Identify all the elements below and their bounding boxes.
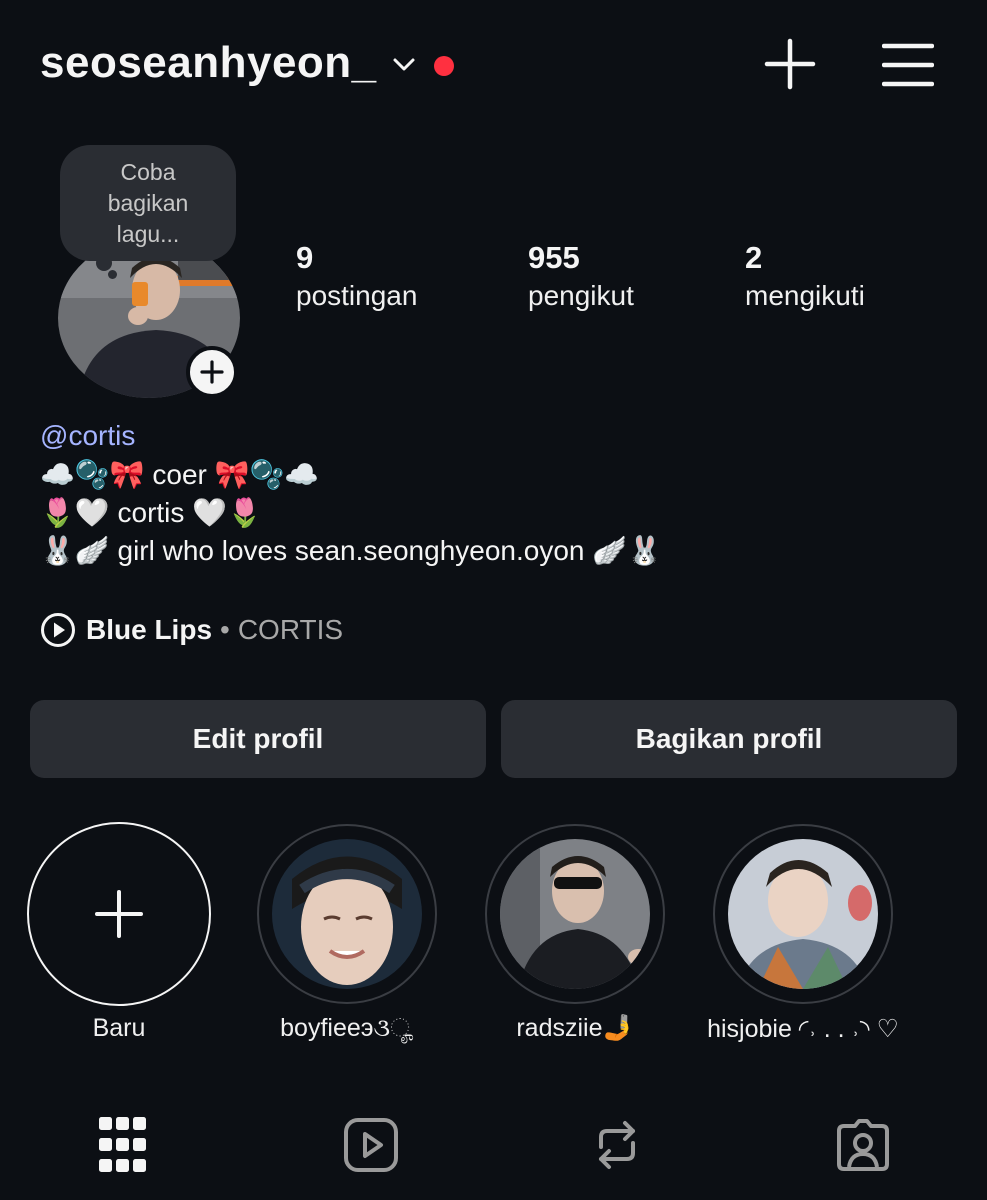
tab-tagged[interactable] — [830, 1112, 896, 1178]
highlight-label: hisjobie ◜˒ . . ˒◝ ♡ — [707, 1015, 899, 1043]
edit-profile-button[interactable]: Edit profil — [30, 700, 486, 778]
tagged-icon — [837, 1119, 889, 1171]
stat-value: 2 — [745, 240, 763, 275]
profile-username[interactable]: seoseanhyeon_ — [40, 38, 377, 88]
bio-line: ☁️🫧🎀 coer 🎀🫧☁️ — [40, 459, 320, 490]
highlight-cover — [500, 839, 650, 989]
note-bubble-tail — [108, 270, 117, 279]
highlight-cover — [728, 839, 878, 989]
reels-icon — [344, 1118, 398, 1172]
threads-link[interactable]: @cortis — [40, 420, 135, 452]
new-highlight-button[interactable] — [27, 822, 211, 1006]
artist-name: CORTIS — [237, 614, 344, 645]
play-circle-icon — [41, 613, 75, 647]
highlight-label: radsziie🤳 — [516, 1014, 634, 1042]
share-profile-button[interactable]: Bagikan profil — [501, 700, 957, 778]
stat-value: 9 — [296, 240, 314, 275]
highlight-item[interactable] — [485, 824, 665, 1004]
stat-posts[interactable]: 9 postingan — [296, 240, 417, 312]
tab-reels[interactable] — [338, 1112, 404, 1178]
chevron-down-icon[interactable] — [392, 55, 416, 75]
stat-label: postingan — [296, 280, 418, 311]
create-post-icon[interactable] — [764, 38, 816, 90]
music-separator: • — [220, 614, 230, 645]
stat-value: 955 — [528, 240, 580, 275]
highlight-label: boyfieeэ૩ೄ — [280, 1014, 414, 1042]
stat-followers[interactable]: 955 pengikut — [528, 240, 634, 312]
stat-label: pengikut — [528, 280, 634, 311]
grid-icon — [99, 1117, 146, 1172]
threads-icon: @ — [40, 420, 69, 451]
plus-icon — [200, 360, 224, 384]
profile-music[interactable]: Blue Lips • CORTIS — [40, 612, 343, 648]
note-bubble[interactable]: Coba bagikan lagu... — [60, 145, 236, 261]
stat-label: mengikuti — [745, 280, 865, 311]
menu-icon[interactable] — [882, 42, 934, 88]
add-story-button[interactable] — [186, 346, 238, 398]
threads-handle: cortis — [68, 420, 136, 451]
song-title: Blue Lips — [86, 614, 213, 645]
highlight-cover — [272, 839, 422, 989]
repost-icon — [599, 1121, 635, 1169]
notification-dot — [434, 56, 454, 76]
stat-following[interactable]: 2 mengikuti — [745, 240, 865, 312]
highlight-item[interactable] — [257, 824, 437, 1004]
tab-posts[interactable] — [90, 1112, 156, 1178]
tab-reposts[interactable] — [584, 1112, 650, 1178]
note-text: Coba bagikan lagu... — [107, 158, 189, 247]
highlight-item[interactable] — [713, 824, 893, 1004]
highlight-label: Baru — [92, 1014, 146, 1042]
bio-line: 🌷🤍 cortis 🤍🌷 — [40, 497, 262, 528]
bio-line: 🐰🪽 girl who loves sean.seonghyeon.oyon 🪽… — [40, 535, 662, 566]
plus-icon — [95, 890, 143, 938]
